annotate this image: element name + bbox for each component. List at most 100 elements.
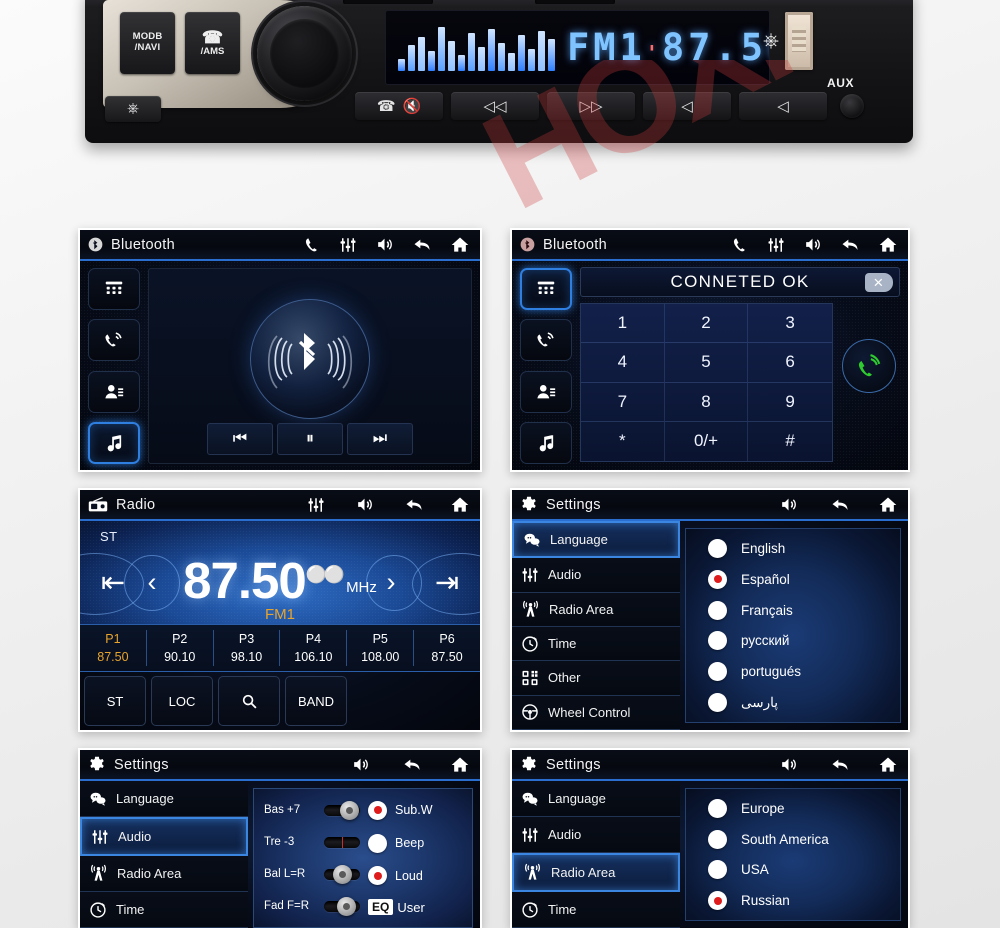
rail-dial-button[interactable] <box>520 319 572 362</box>
audio-toggles[interactable]: Sub.W Beep Loud EQ User <box>366 789 472 927</box>
screen-radio[interactable]: Radio ST ⇤ ‹ › ⇥ 87.50⚪⚪MHz FM1 P1 87.50… <box>78 488 482 732</box>
phone-mute-button[interactable]: ☎ 🔇 <box>355 92 443 120</box>
radio-option[interactable]: English <box>708 538 900 558</box>
screen-settings-language[interactable]: Settings Language Audio Radio Area Time Othe… <box>510 488 910 732</box>
back-icon[interactable] <box>830 755 850 775</box>
radio-bullet[interactable] <box>708 891 727 911</box>
radio-option[interactable]: Europe <box>708 798 900 818</box>
preset-button[interactable]: P1 87.50 <box>80 629 147 667</box>
volume-icon[interactable] <box>779 495 798 514</box>
equalizer-icon[interactable] <box>307 496 325 514</box>
keypad-key[interactable]: 4 <box>581 343 665 383</box>
language-options[interactable]: English Español Français русский portugués پا… <box>685 528 901 723</box>
home-icon[interactable] <box>878 495 898 515</box>
equalizer-icon[interactable] <box>339 236 357 254</box>
radio-option[interactable]: portugués <box>708 662 900 682</box>
volume-knob[interactable] <box>257 6 352 101</box>
radio-bullet[interactable] <box>708 631 727 651</box>
loc-button[interactable]: LOC <box>151 676 213 726</box>
audio-slider-knob[interactable] <box>333 864 352 884</box>
forward-button[interactable]: ▷▷ <box>547 92 635 120</box>
radio-bullet[interactable] <box>708 538 727 558</box>
power-button[interactable]: ⎈ <box>105 96 161 122</box>
rail-music-button[interactable] <box>520 421 572 464</box>
radio-bullet[interactable] <box>708 693 727 713</box>
media-controls[interactable]: ⏮ ⏸ ⏭ <box>207 423 413 455</box>
volume-icon[interactable] <box>779 755 798 774</box>
audio-slider-track[interactable] <box>324 836 360 848</box>
keypad-grid[interactable]: 1 2 3 4 5 6 7 8 9 * 0/+ # <box>580 303 833 462</box>
mode-navi-button[interactable]: MODB /NAVI <box>120 12 175 74</box>
home-icon[interactable] <box>450 755 470 775</box>
dialer[interactable]: CONNETED OK × 1 2 3 4 5 6 7 8 9 * 0/+ # <box>580 267 900 464</box>
preset-button[interactable]: P5 108.00 <box>347 629 415 667</box>
audio-slider-row[interactable]: Bal L=R <box>264 864 360 884</box>
keypad-key[interactable]: * <box>581 421 665 461</box>
phone-icon[interactable] <box>303 236 321 254</box>
back-icon[interactable] <box>840 235 860 255</box>
previous-button[interactable]: ⏮ <box>207 423 273 455</box>
next-button[interactable]: ⏭ <box>347 423 413 455</box>
bluetooth-rail[interactable] <box>88 268 140 464</box>
volume-icon[interactable] <box>355 495 374 514</box>
home-icon[interactable] <box>878 755 898 775</box>
preset-button[interactable]: P2 90.10 <box>147 629 214 667</box>
radio-bullet[interactable] <box>708 860 727 880</box>
settings-menu[interactable]: Language Audio Radio Area Time Other Wheel Co… <box>512 521 680 730</box>
sidebar-item-time[interactable]: Time <box>512 626 680 662</box>
pause-button[interactable]: ⏸ <box>277 423 343 455</box>
volume-icon[interactable] <box>803 235 822 254</box>
sidebar-item-time[interactable]: Time <box>80 892 248 928</box>
rail-contacts-button[interactable] <box>88 370 140 413</box>
toggle-bullet[interactable] <box>368 866 387 886</box>
keypad-key[interactable]: 3 <box>748 304 832 344</box>
call-button[interactable] <box>842 338 896 393</box>
radio-bullet[interactable] <box>708 569 727 589</box>
volume-up-button[interactable]: ◁ <box>739 92 827 120</box>
rail-contacts-button[interactable] <box>520 370 572 413</box>
keypad-key[interactable]: 2 <box>664 304 749 344</box>
audio-slider-row[interactable]: Fad F=R <box>264 896 360 916</box>
search-button[interactable] <box>218 676 280 726</box>
preset-row[interactable]: P1 87.50 P2 90.10 P3 98.10 P4 106.10 P5 108.00 P6 8… <box>80 624 480 672</box>
back-icon[interactable] <box>412 235 432 255</box>
radio-option[interactable]: South America <box>708 829 900 849</box>
radio-option[interactable]: پارسی <box>708 693 900 713</box>
home-icon[interactable] <box>450 235 470 255</box>
back-icon[interactable] <box>402 755 422 775</box>
radio-area-options[interactable]: Europe South America USA Russian <box>685 788 901 921</box>
sidebar-item-language[interactable]: Language <box>512 521 680 559</box>
radio-option[interactable]: USA <box>708 860 900 880</box>
rail-keypad-button[interactable] <box>520 268 572 310</box>
keypad-key[interactable]: 8 <box>664 382 749 422</box>
audio-toggle[interactable]: Sub.W <box>368 800 468 820</box>
sidebar-item-time[interactable]: Time <box>512 892 680 928</box>
keypad-key[interactable]: 0/+ <box>665 421 749 461</box>
sidebar-item-radio-area[interactable]: Radio Area <box>512 592 680 627</box>
phone-icon[interactable] <box>731 236 749 254</box>
sidebar-item-audio[interactable]: Audio <box>512 558 680 593</box>
rail-dial-button[interactable] <box>88 319 140 362</box>
radio-bullet[interactable] <box>708 798 727 818</box>
audio-slider-track[interactable] <box>324 864 360 884</box>
back-icon[interactable] <box>404 495 424 515</box>
sidebar-item-radio-area[interactable]: Radio Area <box>512 853 680 892</box>
home-icon[interactable] <box>450 495 470 515</box>
delete-button[interactable]: × <box>865 273 893 292</box>
keypad-key[interactable]: 9 <box>748 383 832 422</box>
sidebar-item-audio[interactable]: Audio <box>80 817 248 856</box>
screen-settings-radio-area[interactable]: Settings Language Audio Radio Area Time Eur… <box>510 748 910 928</box>
volume-icon[interactable] <box>375 235 394 254</box>
radio-option[interactable]: русский <box>708 631 900 651</box>
audio-slider-knob[interactable] <box>337 896 357 916</box>
equalizer-icon[interactable] <box>767 236 785 254</box>
audio-slider-row[interactable]: Bas +7 <box>264 800 360 820</box>
audio-pane[interactable]: Bas +7 Tre -3 Bal L=R Fad F=R Sub.W Beep Loud… <box>253 788 473 928</box>
radio-option[interactable]: Français <box>708 600 900 620</box>
aux-jack[interactable] <box>840 94 864 118</box>
audio-toggle[interactable]: Beep <box>368 833 468 853</box>
sidebar-item-language[interactable]: Language <box>512 781 680 817</box>
radio-option[interactable]: Español <box>708 569 900 589</box>
radio-bullet[interactable] <box>708 662 727 682</box>
keypad-key[interactable]: 7 <box>581 382 665 422</box>
